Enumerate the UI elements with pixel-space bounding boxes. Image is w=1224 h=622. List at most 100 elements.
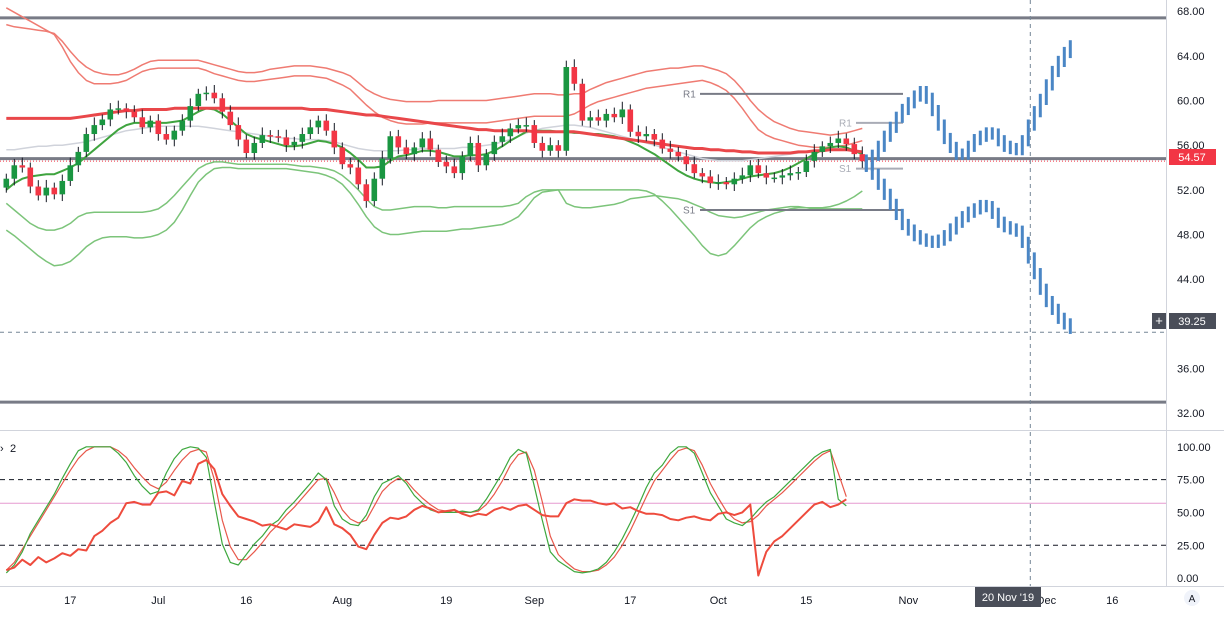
candle-body-9 xyxy=(75,151,82,166)
candle-body-17 xyxy=(139,117,146,128)
candle-body-25 xyxy=(203,92,210,95)
oscillator-label: 2 xyxy=(10,443,16,455)
candle-body-36 xyxy=(291,141,298,146)
osc-tick-label-2: 50.00 xyxy=(1177,507,1205,519)
candle-body-11 xyxy=(91,125,98,135)
candle-body-24 xyxy=(195,93,202,107)
candle-body-103 xyxy=(827,142,834,147)
date-tick-label-2: 16 xyxy=(240,595,252,607)
inner-lower-band xyxy=(5,161,863,231)
candle-body-3 xyxy=(27,167,34,187)
candle-body-100 xyxy=(803,160,810,172)
auto-scale-button[interactable]: A xyxy=(1184,590,1200,606)
candle-body-56 xyxy=(451,166,458,174)
candle-body-96 xyxy=(771,177,778,180)
osc-tick-label-0: 100.00 xyxy=(1177,442,1211,454)
oscillator-pane[interactable] xyxy=(0,446,1166,577)
candle-body-107 xyxy=(859,154,866,162)
price-tick-label-9: 32.00 xyxy=(1177,408,1205,420)
candle-body-72 xyxy=(579,83,586,121)
date-tick-label-9: Nov xyxy=(899,595,919,607)
price-pane[interactable]: R1 S1 R1 S1 xyxy=(0,7,1166,404)
date-tick-label-7: Oct xyxy=(710,595,727,607)
candle-body-19 xyxy=(155,120,162,135)
pivot-label-r1-0: R1 xyxy=(683,89,696,100)
axes: 68.0064.0060.0056.0052.0048.0044.0040.00… xyxy=(0,0,1224,607)
candle-body-97 xyxy=(779,175,786,178)
auto-scale-label: A xyxy=(1189,594,1196,605)
candle-body-88 xyxy=(707,176,714,184)
candle-body-38 xyxy=(307,127,314,135)
candle-body-78 xyxy=(627,109,634,132)
candle-body-47 xyxy=(379,158,386,179)
candle-body-48 xyxy=(387,136,394,159)
candle-body-84 xyxy=(675,151,682,157)
price-tick-label-1: 64.00 xyxy=(1177,51,1205,63)
candle-body-1 xyxy=(11,165,18,179)
candle-body-90 xyxy=(723,182,730,185)
candle-body-46 xyxy=(371,178,378,202)
candle-body-22 xyxy=(179,120,186,131)
candle-body-14 xyxy=(115,108,122,110)
candle-body-75 xyxy=(603,113,610,121)
candle-body-29 xyxy=(235,125,242,140)
candle-body-30 xyxy=(243,139,250,154)
candle-body-42 xyxy=(339,147,346,165)
candle-body-15 xyxy=(123,108,130,112)
outer-upper-band xyxy=(5,7,863,149)
candle-body-20 xyxy=(163,134,170,140)
crosshair-plus-icon[interactable]: + xyxy=(1155,313,1163,328)
price-tick-label-5: 48.00 xyxy=(1177,230,1205,242)
price-tick-label-8: 36.00 xyxy=(1177,364,1205,376)
candle-body-67 xyxy=(539,142,546,151)
oscillator-legend[interactable]: › 2 xyxy=(0,443,16,455)
crosshair-price-badge: + 39.25 xyxy=(1152,313,1216,329)
last-price-badge: 54.57 xyxy=(1169,149,1216,165)
candle-body-74 xyxy=(595,117,602,121)
date-tick-label-5: Sep xyxy=(525,595,545,607)
candle-body-76 xyxy=(611,113,618,118)
candle-body-27 xyxy=(219,98,226,112)
candle-body-95 xyxy=(763,173,770,178)
candle-body-87 xyxy=(699,173,706,177)
legend-arrow-icon[interactable]: › xyxy=(0,443,4,455)
chart-canvas[interactable]: R1S1R1S1 68.0064.0060.0056.0052.0048.004… xyxy=(0,0,1224,617)
candle-body-5 xyxy=(43,187,50,196)
candle-body-71 xyxy=(571,67,578,84)
chart-root[interactable]: R1 S1 R1 S1 68.00 64.00 60.00 56.00 52.00 48.00 4… xyxy=(0,0,1224,617)
candle-body-21 xyxy=(171,130,178,140)
osc-rsi-line xyxy=(5,458,847,577)
crosshair-date-label: 20 Nov '19 xyxy=(982,592,1034,604)
candle-body-94 xyxy=(755,165,762,174)
candle-body-63 xyxy=(507,128,514,137)
candle-body-83 xyxy=(667,148,674,152)
crosshair-price-label: 39.25 xyxy=(1178,316,1206,328)
candle-body-45 xyxy=(363,184,370,202)
candle-body-51 xyxy=(411,147,418,155)
osc-tick-label-4: 0.00 xyxy=(1177,573,1198,585)
candle-body-50 xyxy=(403,147,410,155)
date-tick-label-4: 19 xyxy=(440,595,452,607)
candle-body-57 xyxy=(459,156,466,174)
candle-body-102 xyxy=(819,146,826,152)
candle-body-2 xyxy=(19,165,26,168)
candle-body-32 xyxy=(259,135,266,143)
date-tick-label-8: 15 xyxy=(800,595,812,607)
candle-body-68 xyxy=(547,145,554,151)
overlay: 54.57 + 39.25 20 Nov '19 › 2 A xyxy=(0,149,1216,607)
date-tick-label-1: Jul xyxy=(151,595,165,607)
candle-body-91 xyxy=(731,178,738,185)
candle-body-18 xyxy=(147,120,154,128)
candle-body-34 xyxy=(275,136,282,138)
candle-body-86 xyxy=(691,164,698,174)
candle-body-33 xyxy=(267,135,274,137)
candle-body-16 xyxy=(131,111,138,118)
candle-body-82 xyxy=(659,139,666,149)
candle-body-39 xyxy=(315,120,322,128)
candle-body-49 xyxy=(395,136,402,148)
candle-body-106 xyxy=(851,144,858,155)
osc-tick-label-1: 75.00 xyxy=(1177,475,1205,487)
candle-body-23 xyxy=(187,106,194,121)
candle-body-6 xyxy=(51,187,58,195)
candle-body-85 xyxy=(683,156,690,165)
